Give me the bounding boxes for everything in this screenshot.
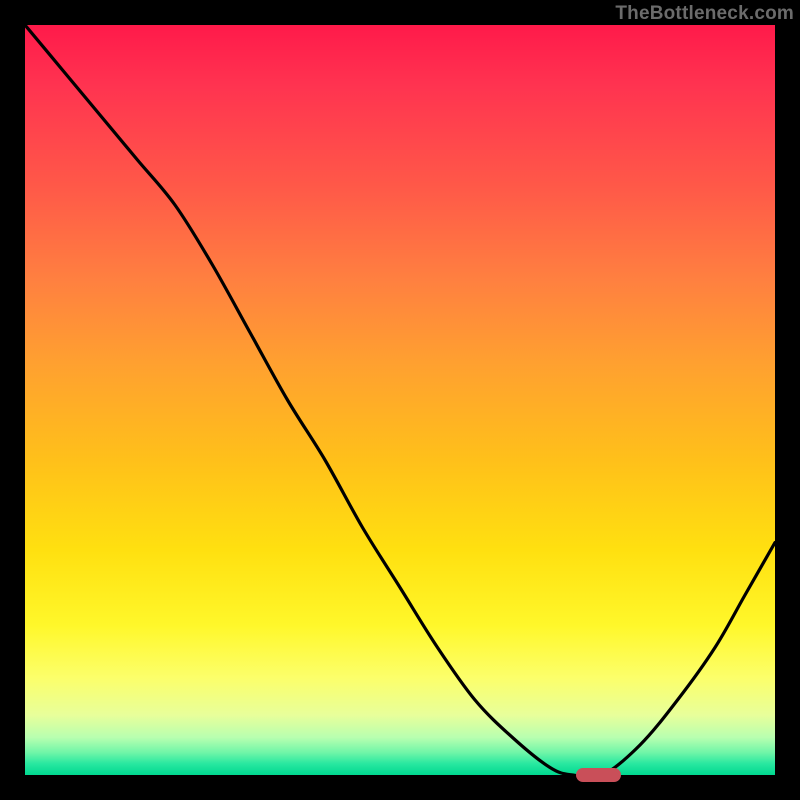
- chart-container: TheBottleneck.com: [0, 0, 800, 800]
- plot-area: [25, 25, 775, 775]
- optimal-marker: [576, 768, 621, 782]
- watermark: TheBottleneck.com: [615, 3, 794, 25]
